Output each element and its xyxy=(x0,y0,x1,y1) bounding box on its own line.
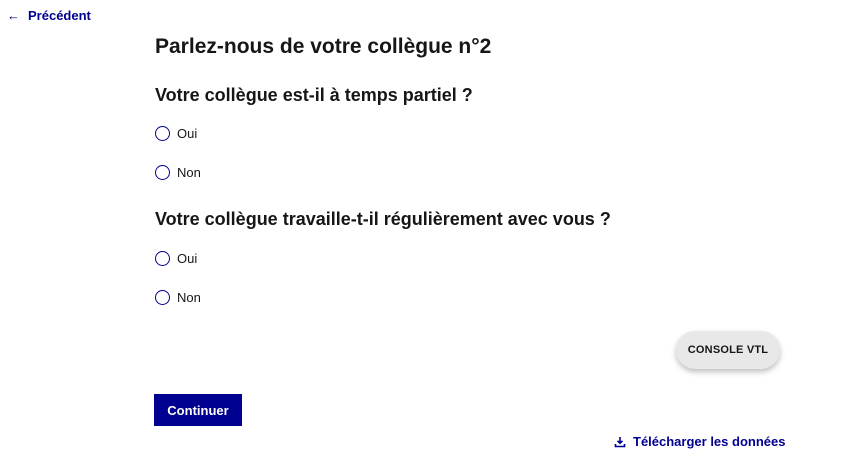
radio-circle-icon[interactable] xyxy=(155,165,170,180)
radio-part-time-non[interactable]: Non xyxy=(155,165,201,180)
radio-circle-icon[interactable] xyxy=(155,126,170,141)
form-content: Parlez-nous de votre collègue n°2 Votre … xyxy=(155,32,795,305)
download-data-link[interactable]: Télécharger les données xyxy=(614,434,785,449)
continue-button[interactable]: Continuer xyxy=(154,394,242,426)
arrow-left-icon: ← xyxy=(7,8,20,23)
radio-label: Oui xyxy=(177,251,198,266)
radio-circle-icon[interactable] xyxy=(155,251,170,266)
question-works-regularly: Votre collègue travaille-t-il régulièrem… xyxy=(155,209,611,229)
radio-part-time-oui[interactable]: Oui xyxy=(155,126,197,141)
radio-works-regularly-non[interactable]: Non xyxy=(155,290,201,305)
download-icon xyxy=(614,436,626,448)
radio-label: Non xyxy=(177,290,201,305)
back-link[interactable]: ← Précédent xyxy=(7,8,91,23)
page: ← Précédent Parlez-nous de votre collègu… xyxy=(0,0,846,470)
question-part-time: Votre collègue est-il à temps partiel ? xyxy=(155,85,473,105)
download-link-label: Télécharger les données xyxy=(633,434,786,449)
radio-circle-icon[interactable] xyxy=(155,290,170,305)
console-vtl-button[interactable]: CONSOLE VTL xyxy=(676,331,780,369)
radio-label: Oui xyxy=(177,126,198,141)
radio-works-regularly-oui[interactable]: Oui xyxy=(155,251,197,266)
back-link-label: Précédent xyxy=(28,8,91,23)
page-title: Parlez-nous de votre collègue n°2 xyxy=(155,35,492,58)
radio-label: Non xyxy=(177,165,201,180)
